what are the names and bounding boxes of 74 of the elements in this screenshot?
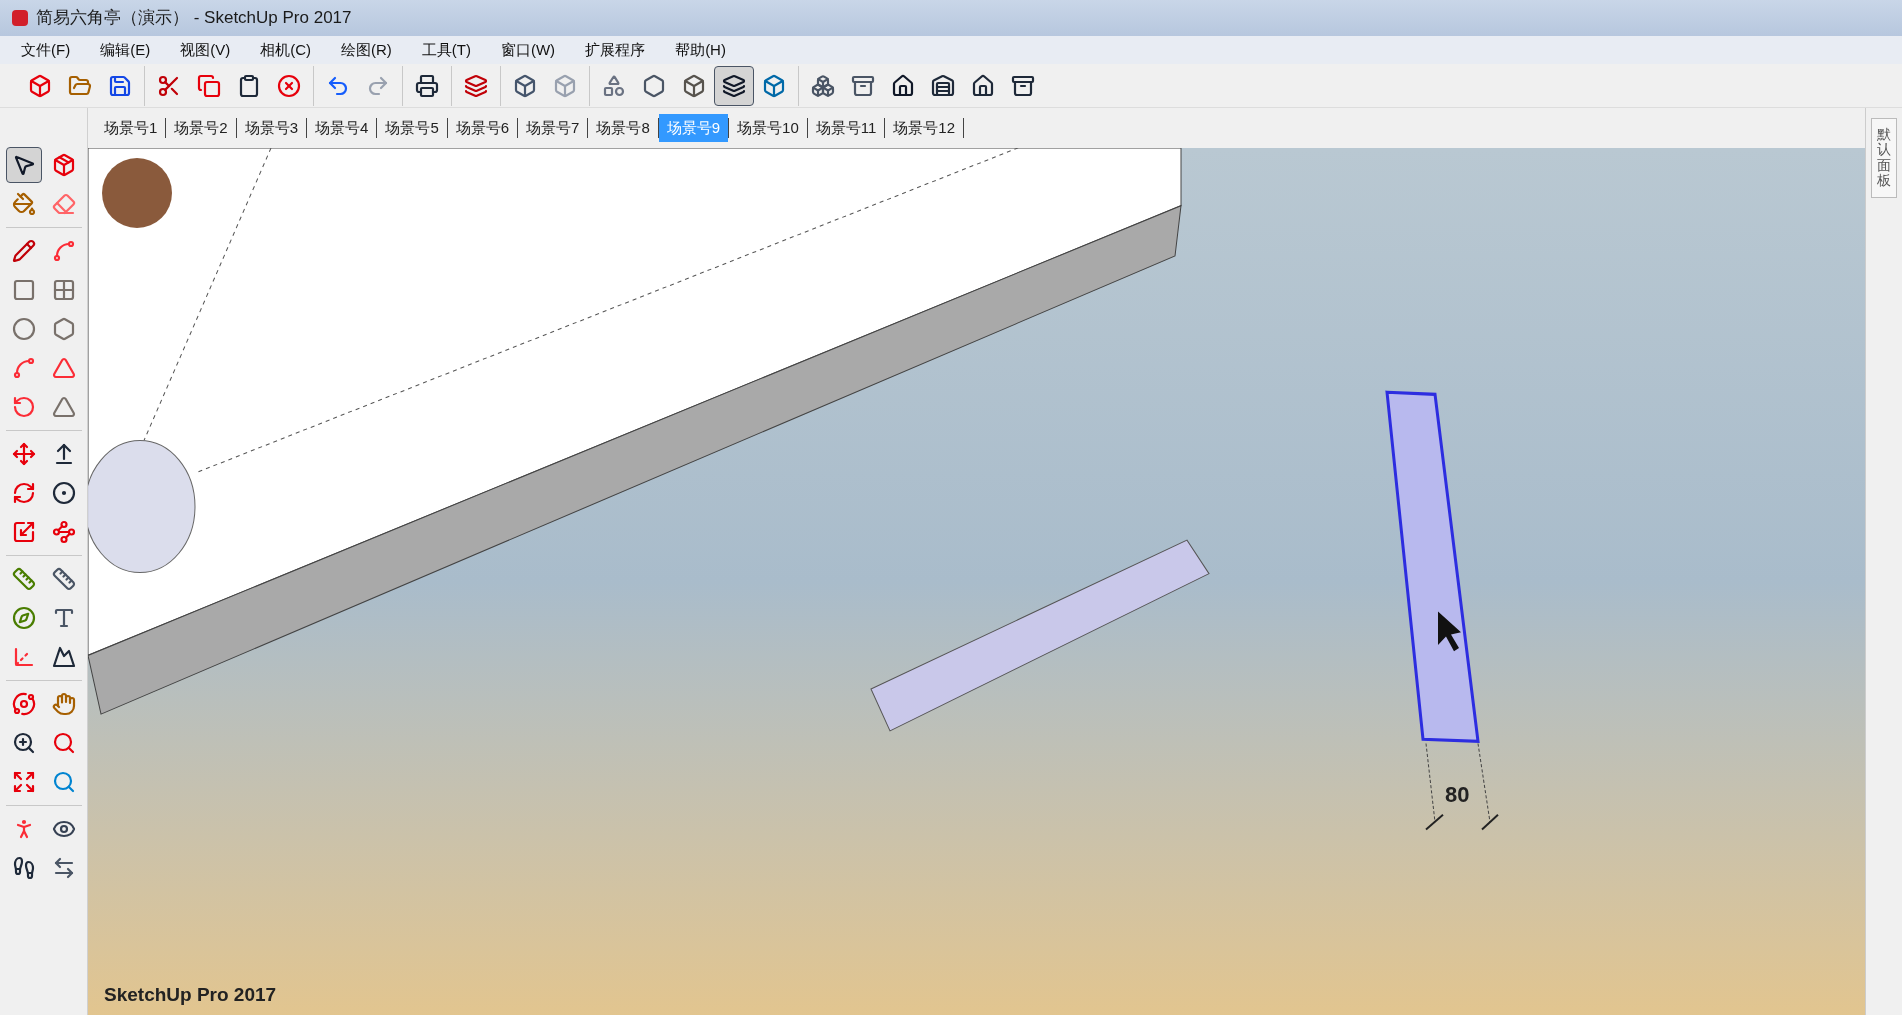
scissors-icon xyxy=(157,73,181,98)
layers-icon xyxy=(464,73,488,98)
app-logo-icon xyxy=(12,10,28,26)
scene-tab[interactable]: 场景号11 xyxy=(807,113,885,143)
scene-tab[interactable]: 场景号7 xyxy=(518,113,588,143)
side-panel-tab[interactable]: 默认面板 xyxy=(1871,118,1897,198)
dimension-label: 80 xyxy=(1445,781,1470,809)
house-icon xyxy=(971,73,995,98)
box-icon xyxy=(28,73,52,98)
scene-tab[interactable]: 场景号3 xyxy=(236,113,307,143)
scene-tab[interactable]: 场景号5 xyxy=(377,113,447,143)
hand-icon xyxy=(51,692,76,716)
zoom-extents-icon xyxy=(11,770,36,794)
menu-item[interactable]: 帮助(H) xyxy=(662,38,739,62)
edition-label: SketchUp Pro 2017 xyxy=(104,982,277,1007)
square-icon xyxy=(11,278,36,302)
move-icon xyxy=(11,442,36,466)
scene-tab[interactable]: 场景号2 xyxy=(166,113,236,143)
menu-item[interactable]: 绘图(R) xyxy=(328,38,405,62)
folder-icon xyxy=(68,73,92,98)
toolbar-button[interactable] xyxy=(5,147,42,183)
footprints-icon xyxy=(11,856,36,880)
triangle-icon xyxy=(51,395,76,419)
menu-item[interactable]: 窗口(W) xyxy=(487,38,569,62)
paint-bucket-icon xyxy=(11,192,36,216)
package-icon xyxy=(51,153,76,177)
copy-icon xyxy=(197,73,221,98)
hexagon-icon xyxy=(51,317,76,341)
menu-item[interactable]: 工具(T) xyxy=(408,38,484,62)
scene-tab[interactable]: 场景号12 xyxy=(885,113,964,143)
zoom-icon xyxy=(11,731,36,755)
clipboard-icon xyxy=(237,73,261,98)
archive-icon xyxy=(851,73,875,98)
triangle-icon xyxy=(51,356,76,380)
cube-icon xyxy=(513,73,537,98)
eraser-icon xyxy=(51,192,76,216)
menu-item[interactable]: 扩展程序 xyxy=(572,38,659,62)
scene-tab[interactable]: 场景号6 xyxy=(447,113,518,143)
scene-tab[interactable]: 场景号1 xyxy=(96,113,166,143)
save-icon xyxy=(108,73,132,98)
curve-icon xyxy=(51,239,76,263)
house-icon xyxy=(891,73,915,98)
circle-dot-icon xyxy=(51,481,76,505)
menu-item[interactable]: 视图(V) xyxy=(167,38,244,62)
scene-tab[interactable]: 场景号10 xyxy=(729,113,807,143)
menu-item[interactable]: 编辑(E) xyxy=(87,38,164,62)
cube-icon xyxy=(553,73,577,98)
cube-icon xyxy=(762,73,786,98)
shapes-icon xyxy=(602,73,626,98)
archive-icon xyxy=(1011,73,1035,98)
hexagon-icon xyxy=(642,73,666,98)
layers-icon xyxy=(722,73,746,98)
scene-tab[interactable]: 场景号8 xyxy=(588,113,658,143)
printer-icon xyxy=(415,73,439,98)
cubes-icon xyxy=(811,73,835,98)
menu-item[interactable]: 文件(F) xyxy=(8,38,84,62)
cube-icon xyxy=(682,73,706,98)
pencil-icon xyxy=(11,239,36,263)
warehouse-icon xyxy=(931,73,955,98)
rotate-icon xyxy=(11,481,36,505)
orbit-icon xyxy=(11,692,36,716)
window-title: 简易六角亭（演示） - SketchUp Pro 2017 xyxy=(36,7,352,30)
shape-icon xyxy=(51,645,76,669)
menu-item[interactable]: 相机(C) xyxy=(247,38,324,62)
search-icon xyxy=(51,770,76,794)
scale-icon xyxy=(11,520,36,544)
circle-icon xyxy=(11,317,36,341)
scene-tab[interactable]: 场景号4 xyxy=(307,113,377,143)
cancel-icon xyxy=(277,73,301,98)
grid-icon xyxy=(51,278,76,302)
ruler-icon xyxy=(51,567,76,591)
toolbar-button[interactable] xyxy=(714,65,754,106)
cursor-icon xyxy=(1438,611,1461,652)
search-icon xyxy=(51,731,76,755)
